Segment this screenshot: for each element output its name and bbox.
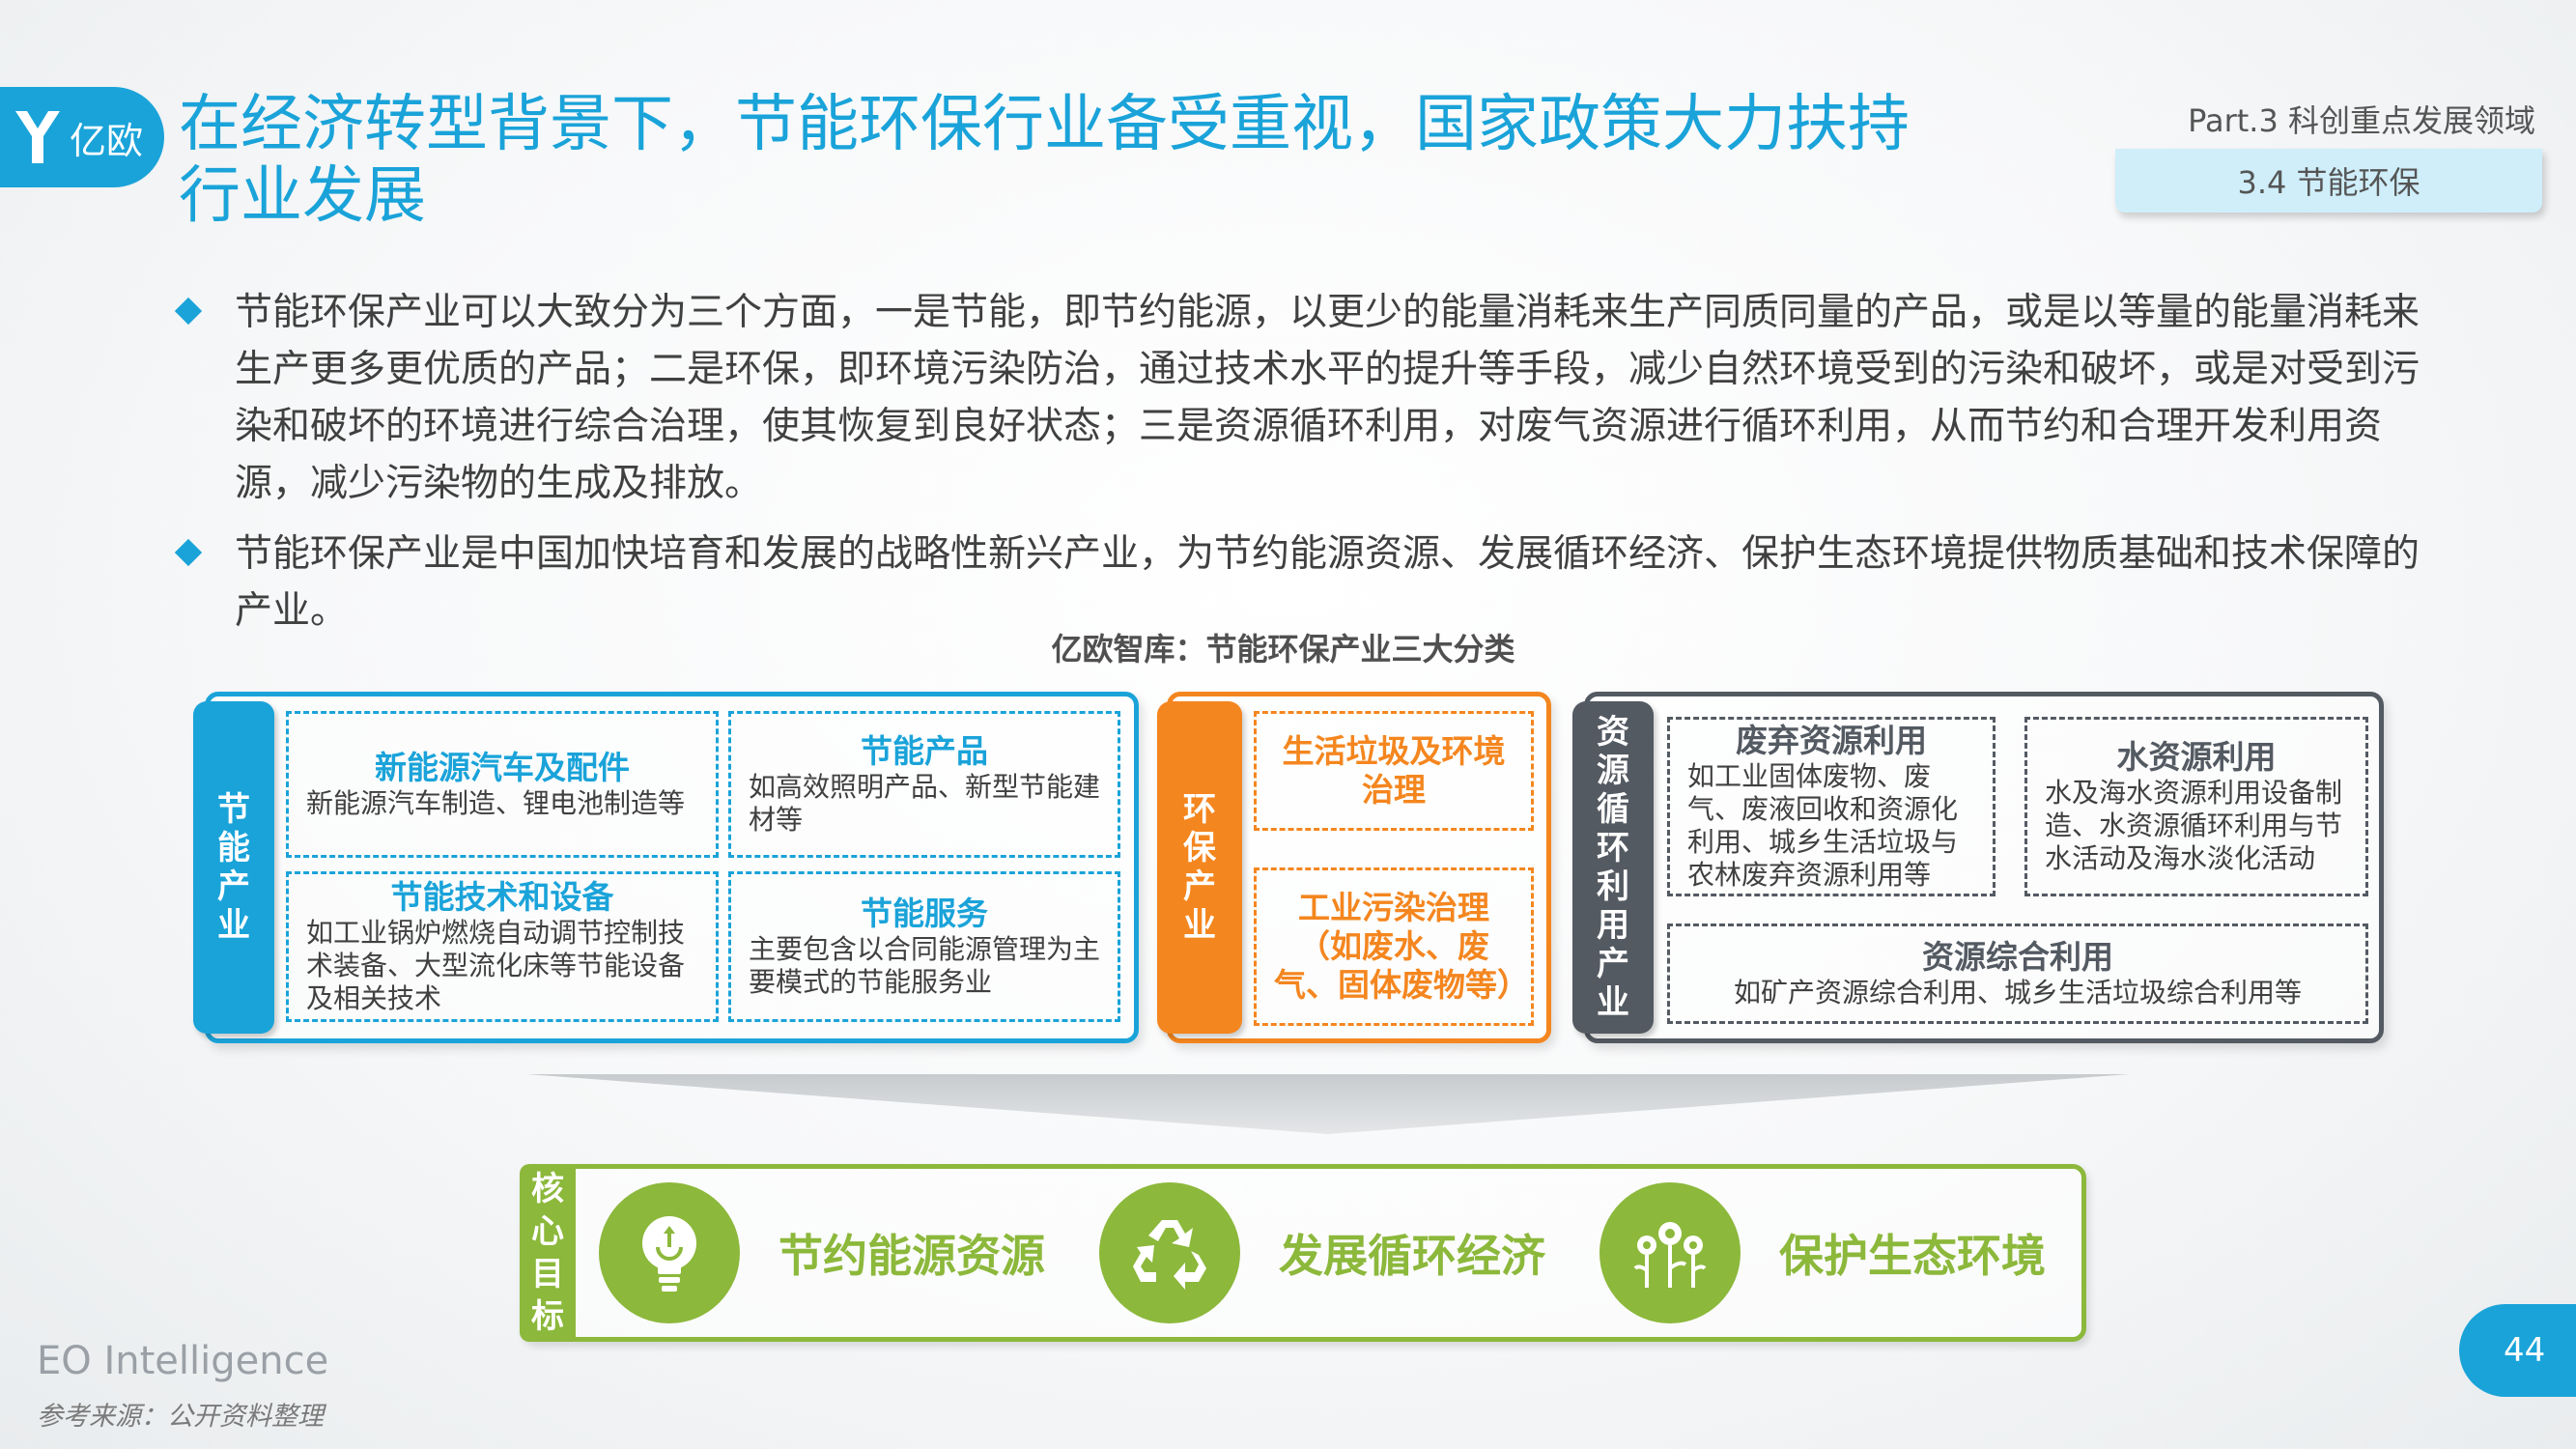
resource-item-title: 资源综合利用 xyxy=(1922,938,2113,976)
energy-item-title: 节能服务 xyxy=(861,895,988,932)
page-number-text: 44 xyxy=(2504,1331,2546,1370)
resource-item-comprehensive: 资源综合利用 如矿产资源综合利用、城乡生活垃圾综合利用等 xyxy=(1667,923,2368,1024)
energy-item-service: 节能服务 主要包含以合同能源管理为主要模式的节能服务业 xyxy=(728,871,1120,1022)
resource-item-water: 水资源利用 水及海水资源利用设备制造、水资源循环利用与节水活动及海水淡化活动 xyxy=(2024,717,2368,896)
env-label-text: 环保产业 xyxy=(1183,790,1216,945)
energy-item-title: 新能源汽车及配件 xyxy=(375,749,630,786)
energy-group-label: 节能产业 xyxy=(193,701,274,1034)
section-tab: 3.4 节能环保 xyxy=(2115,149,2542,213)
resource-item-desc: 如工业固体废物、废气、废液回收和资源化利用、城乡生活垃圾与农林废弃资源利用等 xyxy=(1687,760,1959,891)
resource-item-title: 水资源利用 xyxy=(2116,738,2277,776)
flowers-icon xyxy=(1599,1182,1741,1323)
resource-item-waste: 废弃资源利用 如工业固体废物、废气、废液回收和资源化利用、城乡生活垃圾与农林废弃… xyxy=(1667,717,1996,896)
logo: 亿欧 xyxy=(0,87,164,187)
goal-label: 节约能源资源 xyxy=(778,1230,1045,1282)
diamond-bullet-icon xyxy=(174,297,203,326)
goals-tag-text: 核心目标 xyxy=(531,1170,564,1336)
lightbulb-icon xyxy=(599,1182,740,1323)
env-item-title: 生活垃圾及环境治理 xyxy=(1282,732,1506,809)
section-label: 3.4 节能环保 xyxy=(2237,164,2420,201)
env-item-industrial: 工业污染治理（如废水、废气、固体废物等） xyxy=(1254,867,1534,1026)
bullet-text: 节能环保产业是中国加快培育和发展的战略性新兴产业，为节约能源资源、发展循环经济、… xyxy=(235,532,2420,633)
resource-item-title: 废弃资源利用 xyxy=(1736,722,1927,759)
env-item-waste: 生活垃圾及环境治理 xyxy=(1254,711,1534,831)
goal-item-circular: 发展循环经济 xyxy=(1099,1182,1545,1323)
resource-group-label: 资源循环利用产业 xyxy=(1572,701,1654,1034)
bullet-text: 节能环保产业可以大致分为三个方面，一是节能，即节约能源，以更少的能量消耗来生产同… xyxy=(235,291,2420,505)
source-note: 参考来源：公开资料整理 xyxy=(37,1402,324,1432)
resource-label-text: 资源循环利用产业 xyxy=(1597,713,1629,1022)
recycle-icon xyxy=(1099,1182,1240,1323)
brand-footer: EO Intelligence xyxy=(37,1339,329,1383)
diagram-title: 亿欧智库：节能环保产业三大分类 xyxy=(0,625,2576,669)
bullet-item: 节能环保产业可以大致分为三个方面，一是节能，即节约能源，以更少的能量消耗来生产同… xyxy=(174,284,2420,512)
energy-item-title: 节能产品 xyxy=(861,732,988,770)
page-number: 44 xyxy=(2459,1304,2576,1397)
down-arrow-icon xyxy=(526,1074,2130,1134)
diagram-title-text: 亿欧智库：节能环保产业三大分类 xyxy=(1051,631,1515,668)
bullet-item: 节能环保产业是中国加快培育和发展的战略性新兴产业，为节约能源资源、发展循环经济、… xyxy=(174,526,2420,639)
goal-item-energy: 节约能源资源 xyxy=(599,1182,1045,1323)
env-item-title: 工业污染治理（如废水、废气、固体废物等） xyxy=(1274,889,1529,1004)
bullet-list: 节能环保产业可以大致分为三个方面，一是节能，即节约能源，以更少的能量消耗来生产同… xyxy=(174,284,2420,653)
energy-item-tech: 节能技术和设备 如工业锅炉燃烧自动调节控制技术装备、大型流化床等节能设备及相关技… xyxy=(286,871,719,1022)
energy-item-title: 节能技术和设备 xyxy=(390,878,614,916)
energy-item-desc: 新能源汽车制造、锂电池制造等 xyxy=(306,787,686,819)
logo-text: 亿欧 xyxy=(70,119,144,162)
energy-item-desc: 如高效照明产品、新型节能建材等 xyxy=(749,771,1101,836)
env-group-label: 环保产业 xyxy=(1157,701,1242,1034)
goal-label: 发展循环经济 xyxy=(1279,1230,1545,1282)
goals-tag: 核心目标 xyxy=(520,1164,576,1342)
goal-label: 保护生态环境 xyxy=(1779,1230,2046,1282)
goal-item-ecology: 保护生态环境 xyxy=(1599,1182,2046,1323)
energy-item-desc: 主要包含以合同能源管理为主要模式的节能服务业 xyxy=(749,933,1101,998)
energy-item-products: 节能产品 如高效照明产品、新型节能建材等 xyxy=(728,711,1120,858)
logo-mark-icon xyxy=(15,111,60,163)
energy-item-ev: 新能源汽车及配件 新能源汽车制造、锂电池制造等 xyxy=(286,711,719,858)
diamond-bullet-icon xyxy=(174,538,203,567)
resource-item-desc: 如矿产资源综合利用、城乡生活垃圾综合利用等 xyxy=(1733,977,2302,1009)
part-label: Part.3 科创重点发展领域 xyxy=(2188,102,2535,139)
energy-item-desc: 如工业锅炉燃烧自动调节控制技术装备、大型流化床等节能设备及相关技术 xyxy=(306,917,686,1014)
resource-item-desc: 水及海水资源利用设备制造、水资源循环利用与节水活动及海水淡化活动 xyxy=(2045,777,2343,874)
energy-label-text: 节能产业 xyxy=(217,790,250,945)
page-title: 在经济转型背景下，节能环保行业备受重视，国家政策大力扶持行业发展 xyxy=(179,89,1910,232)
